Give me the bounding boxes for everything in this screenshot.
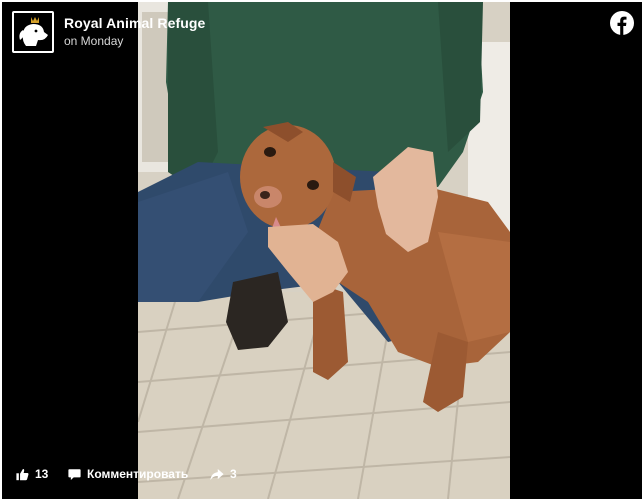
comment-bubble-icon — [68, 468, 81, 480]
page-avatar[interactable] — [12, 11, 54, 53]
dog-photo-illustration — [138, 2, 510, 499]
dog-logo-icon — [19, 17, 48, 46]
post-photo[interactable] — [138, 2, 510, 499]
share-button[interactable]: 3 — [210, 465, 237, 483]
post-header: Royal Animal Refuge on Monday — [2, 2, 642, 62]
post-timestamp[interactable]: on Monday — [64, 34, 123, 48]
share-count: 3 — [230, 467, 237, 481]
page-name[interactable]: Royal Animal Refuge — [64, 15, 205, 31]
share-arrow-icon — [210, 468, 224, 480]
like-count: 13 — [35, 467, 49, 481]
facebook-post-embed: Royal Animal Refuge on Monday 13 Коммент… — [2, 2, 642, 499]
facebook-icon[interactable] — [610, 11, 634, 35]
like-button[interactable]: 13 — [16, 465, 48, 483]
post-footer: 13 Комментировать 3 — [2, 449, 642, 499]
comment-label: Комментировать — [87, 467, 189, 481]
thumbs-up-icon — [16, 468, 29, 480]
comment-button[interactable]: Комментировать — [68, 465, 188, 483]
